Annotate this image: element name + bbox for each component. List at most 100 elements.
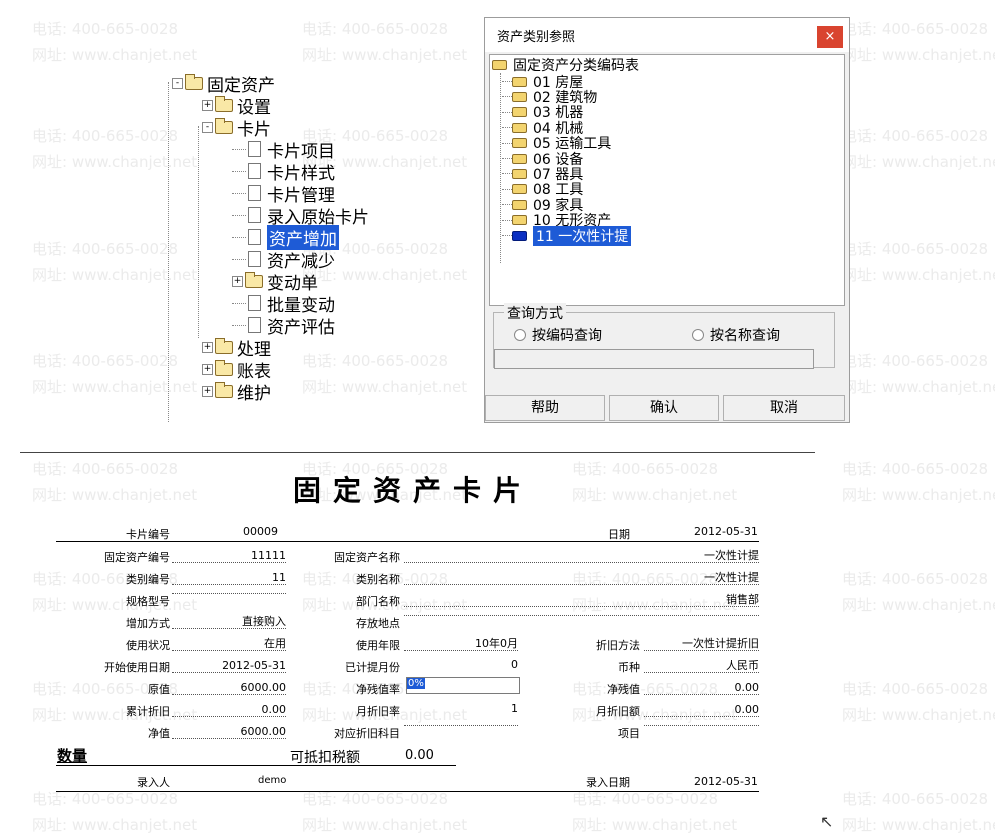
confirm-button[interactable]: 确认 [609,395,719,421]
folder-icon [215,337,233,354]
radio-name-label: 按名称查询 [710,328,780,344]
asset-name-field[interactable]: 一次性计提 [404,549,759,563]
expand-icon[interactable]: + [202,99,213,111]
net-value-field[interactable]: 6000.00 [172,725,286,739]
close-icon[interactable]: × [817,26,843,48]
life-label: 使用年限 [356,639,400,652]
tree-item[interactable]: + 变动单 [232,270,318,294]
add-method-field[interactable]: 直接购入 [172,615,286,629]
expand-icon[interactable]: + [232,275,243,287]
accumulated-dep-field[interactable]: 0.00 [172,703,286,717]
folder-icon [512,153,527,164]
collapse-icon[interactable]: - [172,77,183,89]
watermark-text: 电话: 400-665-0028 [842,240,989,258]
folder-icon [185,73,203,90]
tree-item[interactable]: 卡片项目 [232,138,335,162]
query-input[interactable] [494,349,814,369]
cancel-button[interactable]: 取消 [723,395,845,421]
help-button[interactable]: 帮助 [485,395,605,421]
tax-value: 0.00 [405,748,434,763]
category-code-label: 类别编号 [126,573,170,586]
tree-connector [232,258,246,260]
tree-item[interactable]: 资产减少 [232,248,335,272]
folder-icon [492,59,507,70]
watermark-text: 网址: www.chanjet.net [842,706,995,724]
dep-method-field[interactable]: 一次性计提折旧 [644,637,759,651]
life-field[interactable]: 10年0月 [404,637,518,651]
radio-query-by-name[interactable]: 按名称查询 [692,325,780,345]
category-root[interactable]: 固定资产分类编码表 [492,57,639,74]
category-item[interactable]: 11 一次性计提 [502,225,632,246]
asset-code-field[interactable]: 11111 [172,549,286,563]
folder-icon [512,168,527,179]
tree-connector [502,127,512,129]
watermark-text: 网址: www.chanjet.net [842,486,995,504]
spec-label: 规格型号 [126,595,170,608]
folder-icon [512,107,527,118]
tree-item[interactable]: 录入原始卡片 [232,204,369,228]
folder-icon [512,199,527,210]
tree-item[interactable]: + 账表 [202,358,271,382]
watermark-text: 网址: www.chanjet.net [842,816,995,834]
tree-item[interactable]: 卡片管理 [232,182,335,206]
location-field[interactable] [404,615,759,616]
tree-connector [502,96,512,98]
dep-method-label: 折旧方法 [596,639,640,652]
card-header-line [56,541,759,542]
tree-item[interactable]: - 卡片 [202,116,271,140]
salvage-rate-input[interactable]: 0% [406,677,520,694]
card-top-divider [20,452,815,453]
tree-item[interactable]: 资产评估 [232,314,335,338]
salvage-field[interactable]: 0.00 [644,681,759,695]
folder-icon [215,359,233,376]
folder-icon [512,91,527,102]
tree-connector [232,192,246,194]
tree-item[interactable]: 卡片样式 [232,160,335,184]
category-tree[interactable]: 固定资产分类编码表 01 房屋 02 建筑物 03 机器 04 机械 05 运输工具 06… [489,54,845,306]
watermark-text: 网址: www.chanjet.net [842,266,995,284]
entry-date-label: 录入日期 [586,776,630,789]
category-code-field[interactable]: 11 [172,571,286,585]
status-field[interactable]: 在用 [172,637,286,651]
original-value-field[interactable]: 6000.00 [172,681,286,695]
fixed-assets-tree[interactable]: - 固定资产 + 设置 - 卡片 卡片项目 卡片样式 卡片管理 录入原始卡片 资产增加 资产减少 + 变动… [150,60,475,430]
start-date-field[interactable]: 2012-05-31 [172,659,286,673]
expand-icon[interactable]: + [202,363,213,375]
tree-item-label: 资产评估 [267,317,335,338]
category-item-label: 11 一次性计提 [533,225,632,246]
location-label: 存放地点 [356,617,400,630]
department-field[interactable]: 销售部 [404,593,759,607]
watermark-text: 电话: 400-665-0028 [842,20,989,38]
expand-icon[interactable]: + [202,341,213,353]
tree-item[interactable]: 资产增加 [232,224,339,250]
monthly-dep-field[interactable]: 0.00 [644,703,759,717]
watermark-text: 网址: www.chanjet.net [302,816,468,834]
salvage-rate-value: 0% [407,678,425,689]
document-icon [248,185,261,201]
card-footer-line [56,791,759,792]
tree-connector [232,148,246,150]
collapse-icon[interactable]: - [202,121,213,133]
tree-connector [232,170,246,172]
date: 2012-05-31 [694,525,758,538]
radio-query-by-code[interactable]: 按编码查询 [514,325,602,345]
currency-label: 币种 [618,661,640,674]
category-name-label: 类别名称 [356,573,400,586]
document-icon [248,141,261,157]
tree-item[interactable]: + 设置 [202,94,271,118]
status-label: 使用状况 [126,639,170,652]
folder-icon [512,138,527,149]
category-name-field[interactable]: 一次性计提 [404,571,759,585]
expand-icon[interactable]: + [202,385,213,397]
tree-item[interactable]: + 处理 [202,336,271,360]
subject-field[interactable] [404,725,518,726]
tree-item[interactable]: + 维护 [202,380,271,404]
watermark-text: 电话: 400-665-0028 [842,680,989,698]
spec-field[interactable] [172,593,286,594]
entry-user: demo [258,775,287,786]
tree-connector [502,158,512,159]
currency-field[interactable]: 人民币 [644,659,759,673]
tree-item[interactable]: - 固定资产 [172,72,275,96]
tree-item[interactable]: 批量变动 [232,292,335,316]
item-field[interactable] [644,725,759,726]
